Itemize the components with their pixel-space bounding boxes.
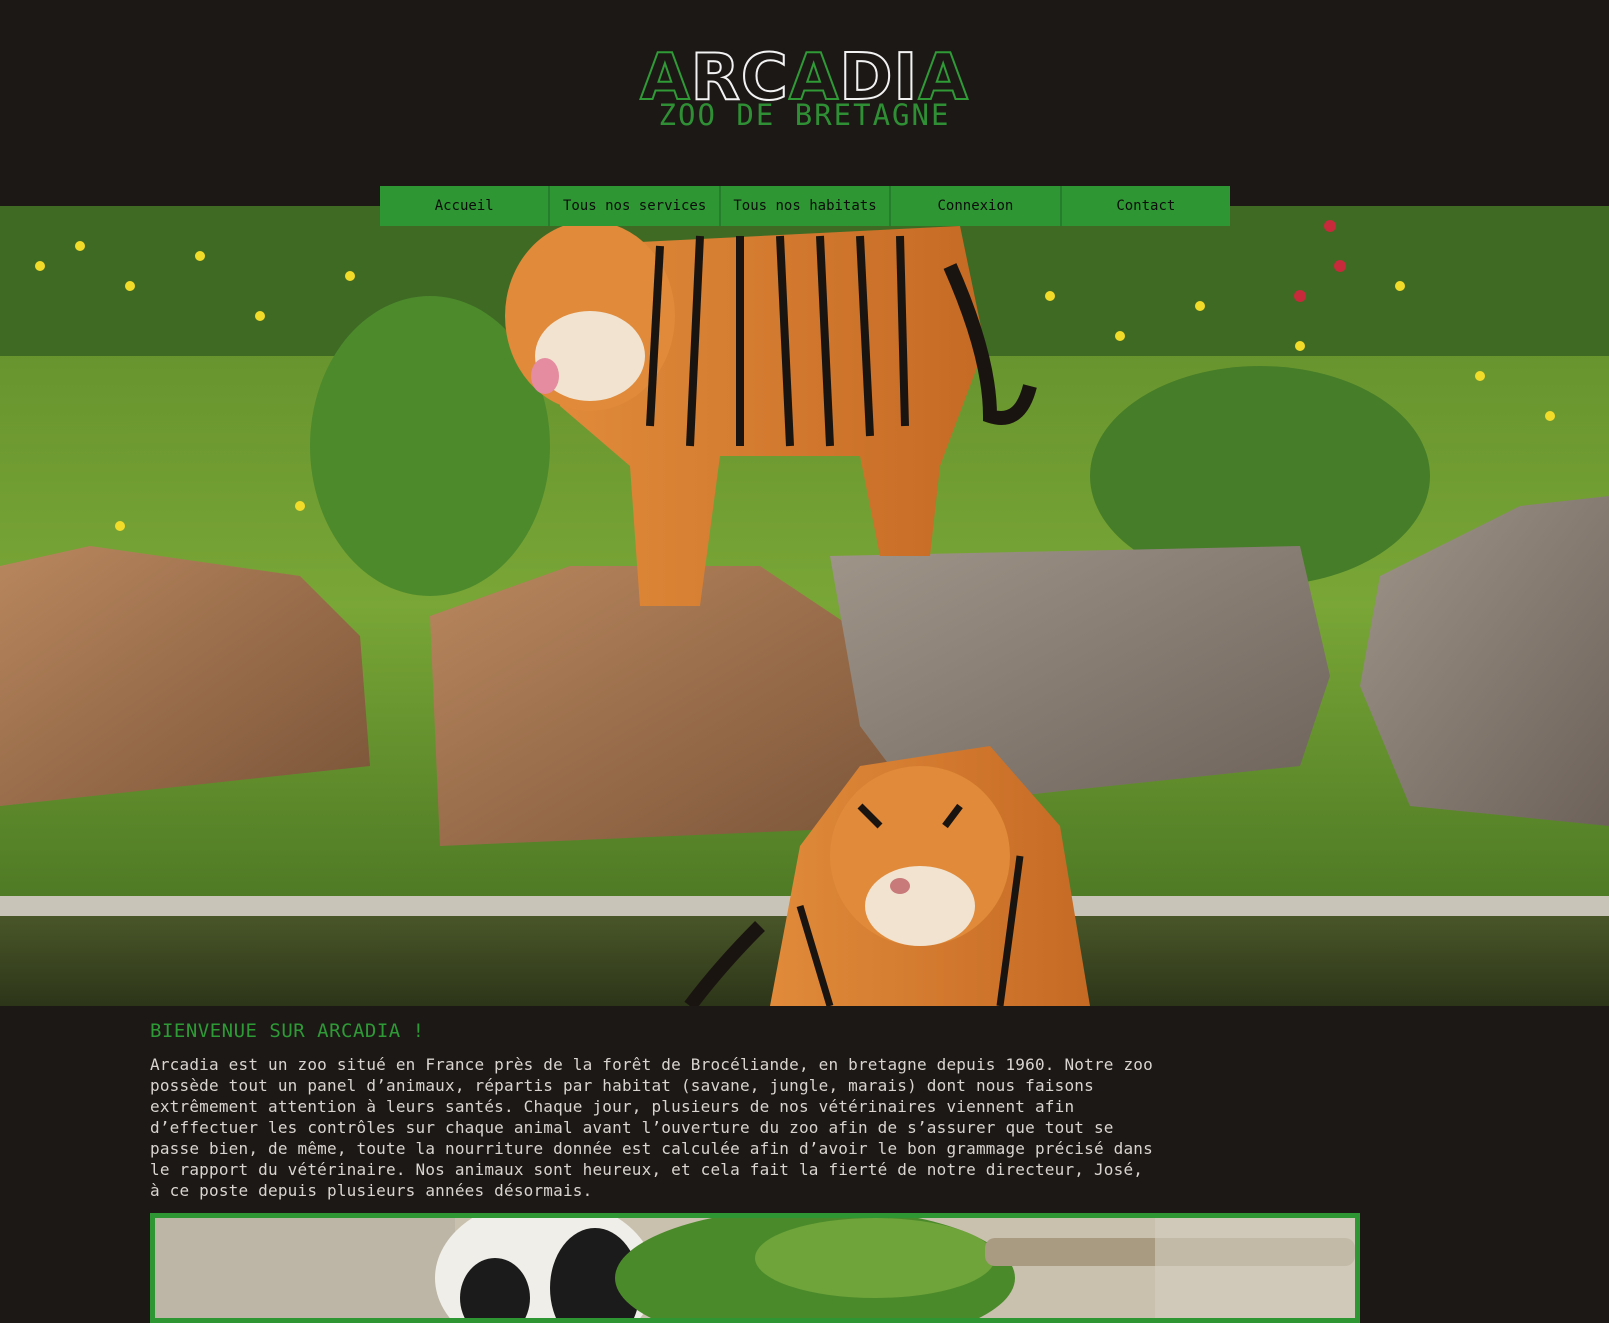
panda-illustration [155, 1218, 1355, 1318]
nav-habitats[interactable]: Tous nos habitats [720, 186, 892, 226]
site-logo[interactable]: ARCADIA ZOO DE BRETAGNE [0, 45, 1609, 132]
intro-text: Arcadia est un zoo situé en France près … [150, 1055, 1153, 1200]
logo-subtitle: ZOO DE BRETAGNE [658, 98, 951, 132]
welcome-heading: BIENVENUE SUR ARCADIA ! [150, 1020, 425, 1042]
hero-image [0, 206, 1609, 1006]
main-nav: Accueil Tous nos services Tous nos habit… [380, 186, 1231, 226]
main-content: BIENVENUE SUR ARCADIA ! Arcadia est un z… [150, 1020, 1160, 1201]
tigers-illustration [0, 206, 1609, 1006]
nav-accueil[interactable]: Accueil [380, 186, 551, 226]
site-header: ARCADIA ZOO DE BRETAGNE [0, 0, 1609, 206]
featured-photo [150, 1213, 1360, 1323]
nav-contact[interactable]: Contact [1061, 186, 1231, 226]
nav-services[interactable]: Tous nos services [550, 186, 721, 226]
nav-connexion[interactable]: Connexion [891, 186, 1062, 226]
